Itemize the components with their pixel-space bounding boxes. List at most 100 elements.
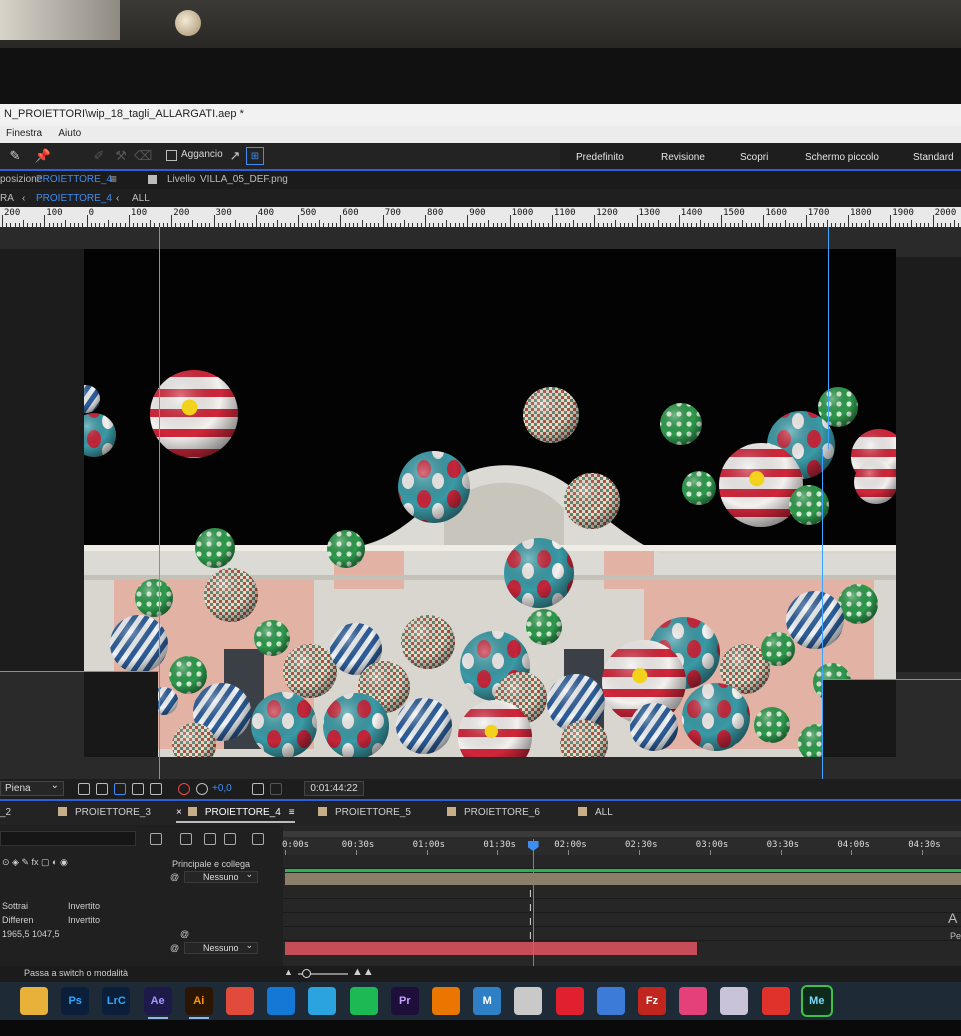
chrome-icon[interactable] — [226, 987, 254, 1015]
layer-panel-name[interactable]: VILLA_05_DEF.png — [200, 174, 288, 185]
toggle-switches-label[interactable]: Passa a switch o modalità — [24, 968, 128, 978]
filezilla-icon[interactable]: Fz — [638, 987, 666, 1015]
tab-proiettore-6[interactable]: PROIETTORE_6 — [447, 807, 540, 818]
clone-tool-icon[interactable]: ⚒ — [112, 147, 130, 165]
premiere-icon[interactable]: Pr — [390, 987, 419, 1015]
breadcrumb-item-0[interactable]: RA — [0, 193, 14, 204]
current-time-indicator[interactable] — [532, 839, 534, 966]
opera-icon[interactable] — [555, 987, 584, 1015]
layer-bar-tan[interactable] — [285, 873, 961, 885]
davinci-icon[interactable] — [514, 987, 543, 1015]
file-explorer-icon[interactable] — [20, 987, 48, 1015]
mask-mode-select[interactable]: Differen — [2, 915, 33, 925]
guide-line-vertical-right[interactable] — [822, 449, 823, 779]
horizontal-ruler[interactable]: 200 100 0 100 200 300 400 500 600 700 800 900 1000 11… — [0, 207, 961, 227]
keyframe-marker-icon[interactable]: I — [529, 889, 532, 900]
teamviewer-icon[interactable] — [267, 987, 296, 1015]
spotify-icon[interactable] — [349, 987, 378, 1015]
frame-blending-icon[interactable] — [204, 833, 216, 845]
itunes-icon[interactable] — [679, 987, 708, 1015]
keyframe-marker-icon[interactable]: I — [529, 903, 532, 914]
workspace-schermo-piccolo[interactable]: Schermo piccolo — [805, 152, 879, 163]
breadcrumb-item-2[interactable]: ALL — [132, 193, 150, 204]
timeline-tracks[interactable]: 0:00s 00:30s 01:00s 01:30s 02:00s 02:30s 03:00… — [282, 825, 961, 966]
guide-line-vertical-left[interactable] — [159, 227, 160, 779]
menu-item-finestra[interactable]: Finestra — [6, 128, 42, 139]
time-ruler[interactable]: 0:00s 00:30s 01:00s 01:30s 02:00s 02:30s 03:00… — [282, 837, 961, 855]
composition-viewer[interactable] — [0, 227, 961, 779]
keyframe-marker-icon[interactable]: I — [529, 917, 532, 928]
keyframe-marker-icon[interactable]: I — [529, 931, 532, 942]
pen-tool-icon[interactable]: ✎ — [6, 147, 24, 165]
show-snapshot-icon[interactable] — [270, 783, 282, 795]
zoom-slider-knob[interactable] — [302, 969, 311, 978]
eraser-tool-icon[interactable]: ⌫ — [134, 147, 152, 165]
current-timecode[interactable]: 0:01:44:22 — [304, 781, 364, 796]
tab-all[interactable]: ALL — [578, 807, 613, 818]
tab-proiettore-3[interactable]: PROIETTORE_3 — [58, 807, 151, 818]
illustrator-icon[interactable]: Ai — [184, 987, 213, 1019]
anydesk-icon[interactable] — [761, 987, 790, 1015]
track-row[interactable] — [283, 913, 961, 927]
pickwhip-icon[interactable]: @ — [170, 943, 179, 953]
transparency-grid-icon[interactable] — [96, 783, 108, 795]
workspace-standard[interactable]: Standard — [913, 152, 954, 163]
panel-menu-icon[interactable]: ≡ — [289, 807, 295, 818]
snapshot-camera-icon[interactable] — [252, 783, 264, 795]
breadcrumb-item-1[interactable]: PROIETTORE_4 — [36, 193, 112, 204]
tab-proiettore-4[interactable]: × PROIETTORE_4 ≡ — [176, 807, 295, 823]
comp-flowchart-icon[interactable] — [150, 833, 162, 845]
composition-frame[interactable] — [84, 249, 896, 757]
graph-editor-icon[interactable] — [252, 833, 264, 845]
guide-line-horizontal-left[interactable] — [0, 671, 159, 672]
blender-icon[interactable] — [432, 987, 460, 1015]
parent-select[interactable]: Nessuno — [184, 940, 258, 954]
exposure-value[interactable]: +0,0 — [212, 783, 232, 794]
after-effects-icon[interactable]: Ae — [143, 987, 172, 1019]
region-of-interest-icon[interactable] — [78, 783, 90, 795]
snap-checkbox[interactable] — [166, 150, 177, 161]
pickwhip-icon[interactable]: @ — [170, 872, 179, 882]
mask-mode-select[interactable]: Sottrai — [2, 901, 28, 911]
pin-tool-icon[interactable]: 📌 — [34, 147, 52, 165]
track-row[interactable] — [283, 927, 961, 941]
exposure-reset-icon[interactable] — [196, 783, 208, 795]
workspace-revisione[interactable]: Revisione — [661, 152, 705, 163]
composition-tab-name[interactable]: PROIETTORE_4 — [36, 174, 112, 185]
position-value[interactable]: 1965,5 1047,5 — [2, 929, 60, 939]
layer-bar-green[interactable] — [285, 869, 961, 872]
parent-select[interactable]: Nessuno — [184, 869, 258, 883]
brain-app-icon[interactable] — [720, 987, 749, 1015]
menu-item-aiuto[interactable]: Aiuto — [58, 128, 81, 139]
motion-blur-icon[interactable] — [224, 833, 236, 845]
snap-options-icon[interactable]: ↗ — [226, 147, 244, 165]
track-row[interactable] — [283, 899, 961, 913]
tab-comp-2[interactable]: _2 — [0, 807, 11, 818]
zoom-in-icon[interactable]: ▲▲ — [352, 966, 374, 978]
pickwhip-icon[interactable]: @ — [180, 929, 189, 939]
layer-search-input[interactable] — [0, 831, 136, 846]
photoshop-icon[interactable]: Ps — [61, 987, 90, 1015]
panel-menu-icon[interactable]: ≡ — [110, 172, 117, 186]
tab-proiettore-5[interactable]: PROIETTORE_5 — [318, 807, 411, 818]
resolution-select[interactable]: Piena ⌄ — [0, 780, 64, 796]
media-encoder-icon[interactable]: Me — [800, 985, 833, 1017]
layer-bar-red[interactable] — [285, 942, 697, 955]
calculator-icon[interactable] — [596, 987, 625, 1015]
shy-layers-icon[interactable] — [180, 833, 192, 845]
brush-tool-icon[interactable]: ✐ — [90, 147, 108, 165]
track-row[interactable] — [283, 885, 961, 899]
color-channel-icon[interactable] — [178, 783, 190, 795]
telegram-icon[interactable] — [308, 987, 337, 1015]
grid-icon[interactable] — [150, 783, 162, 795]
maxon-icon[interactable]: M — [473, 987, 502, 1015]
guides-icon[interactable] — [132, 783, 144, 795]
guide-line-horizontal-right[interactable] — [822, 679, 961, 680]
lightroom-classic-icon[interactable]: LrC — [102, 987, 131, 1015]
workspace-predefinito[interactable]: Predefinito — [576, 152, 624, 163]
layer-panel-prefix[interactable]: Livello — [167, 174, 195, 185]
guide-line-vertical-right-top[interactable] — [828, 227, 829, 449]
close-icon[interactable]: × — [176, 807, 182, 818]
track-row[interactable] — [283, 855, 961, 869]
snap-grid-icon[interactable]: ⊞ — [246, 147, 264, 165]
